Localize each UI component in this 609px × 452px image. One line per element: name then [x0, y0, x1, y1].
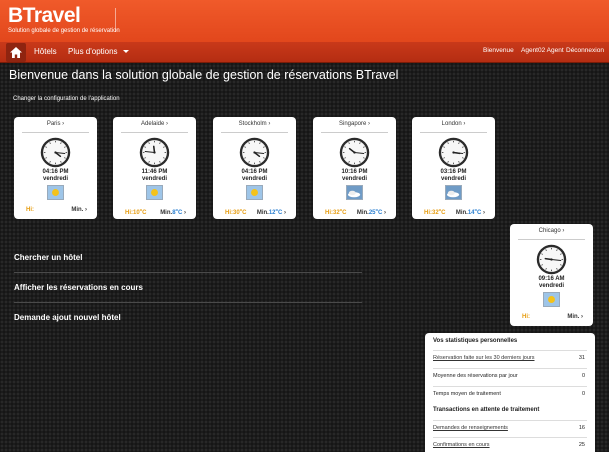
- temp-min[interactable]: Min.25oC ›: [357, 207, 386, 216]
- pending-row: Confirmations en cours 25: [433, 437, 587, 451]
- clock-card[interactable]: Singapore › 10:16 PM vendredi Hi:32oC Min.25…: [313, 117, 396, 219]
- card-divider: [22, 132, 89, 133]
- temp-high: Hi:10oC: [125, 207, 147, 216]
- pending-label[interactable]: Demandes de renseignements: [433, 425, 508, 431]
- clock-icon: [40, 137, 71, 168]
- clock-time: 04:16 PM: [42, 169, 69, 175]
- menu-divider: [14, 272, 362, 273]
- temp-high: Hi:32oC: [325, 207, 347, 216]
- pending-row: Demandes de renseignements 16: [433, 420, 587, 434]
- clock-card[interactable]: Adelaide › 11:46 PM vendredi Hi:10oC Min.8oC…: [113, 117, 196, 219]
- main-navbar: Hôtels Plus d'options Bienvenue Agent02 …: [0, 42, 609, 63]
- stats-row: Moyenne des réservations par jour 0: [433, 368, 587, 382]
- moon-icon: [146, 185, 163, 200]
- stats-value: 0: [581, 391, 585, 397]
- pending-title: Transactions en attente de traitement: [433, 407, 540, 413]
- temp-min[interactable]: Min.8oC ›: [160, 207, 186, 216]
- add-hotel-link[interactable]: Demande ajout nouvel hôtel: [14, 313, 121, 322]
- logo-tagline: Solution globale de gestion de réservati…: [8, 28, 120, 34]
- clock-day: vendredi: [241, 176, 267, 182]
- page-title: Bienvenue dans la solution globale de ge…: [9, 68, 399, 82]
- pending-label[interactable]: Confirmations en cours: [433, 442, 490, 448]
- home-icon: [10, 47, 22, 58]
- clock-card[interactable]: Chicago › 09:16 AM vendredi Hi: Min. ›: [510, 224, 593, 326]
- personal-stats-panel: Vos statistiques personnelles Réservatio…: [425, 333, 595, 452]
- temp-high: Hi:: [26, 207, 34, 213]
- card-divider: [221, 132, 288, 133]
- stats-label: Moyenne des réservations par jour: [433, 373, 518, 379]
- clock-city[interactable]: Chicago ›: [510, 228, 593, 234]
- sun-icon: [246, 185, 263, 200]
- nav-hotels[interactable]: Hôtels: [34, 47, 57, 56]
- config-link[interactable]: Changer la configuration de l'applicatio…: [13, 96, 120, 102]
- clock-time: 09:16 AM: [538, 276, 565, 282]
- cloud-icon: [445, 185, 462, 200]
- clock-time: 04:16 PM: [241, 169, 268, 175]
- clock-city[interactable]: London ›: [412, 121, 495, 127]
- clock-city[interactable]: Singapore ›: [313, 121, 396, 127]
- clock-card[interactable]: Stockholm › 04:16 PM vendredi Hi:30oC Min.12…: [213, 117, 296, 219]
- stats-label[interactable]: Réservation faite sur les 30 derniers jo…: [433, 355, 535, 361]
- show-reservations-link[interactable]: Afficher les réservations en cours: [14, 283, 143, 292]
- chevron-down-icon: [122, 50, 129, 53]
- search-hotel-link[interactable]: Chercher un hôtel: [14, 253, 82, 262]
- nav-welcome[interactable]: Bienvenue: [483, 47, 514, 54]
- stats-row: Réservation faite sur les 30 derniers jo…: [433, 350, 587, 364]
- header-divider: [115, 8, 116, 32]
- cloud-icon: [346, 185, 363, 200]
- card-divider: [321, 132, 388, 133]
- temp-min[interactable]: Min. ›: [71, 207, 87, 213]
- stats-row: Temps moyen de traitement 0: [433, 386, 587, 400]
- temp-min[interactable]: Min. ›: [567, 314, 583, 320]
- logo-text: BTravel: [8, 4, 81, 27]
- clock-day: vendredi: [538, 283, 564, 289]
- sun-icon: [543, 292, 560, 307]
- clock-icon: [139, 137, 170, 168]
- clock-card[interactable]: Paris › 04:16 PM vendredi Hi: Min. ›: [14, 117, 97, 219]
- clock-time: 10:16 PM: [341, 169, 368, 175]
- card-divider: [121, 132, 188, 133]
- clock-city[interactable]: Paris ›: [14, 121, 97, 127]
- btravel-logo[interactable]: BTravel Solution globale de gestion de r…: [8, 4, 128, 38]
- clock-card[interactable]: London › 03:16 PM vendredi Hi:32oC Min.14oC …: [412, 117, 495, 219]
- clock-day: vendredi: [42, 176, 68, 182]
- clock-time: 03:16 PM: [440, 169, 467, 175]
- pending-value: 25: [578, 442, 585, 448]
- clock-day: vendredi: [141, 176, 167, 182]
- clock-icon: [438, 137, 469, 168]
- temp-high: Hi:: [522, 314, 530, 320]
- clock-icon: [239, 137, 270, 168]
- nav-logout[interactable]: Déconnexion: [566, 47, 604, 54]
- clock-icon: [339, 137, 370, 168]
- temp-min[interactable]: Min.12oC ›: [257, 207, 286, 216]
- clock-day: vendredi: [440, 176, 466, 182]
- clock-city[interactable]: Adelaide ›: [113, 121, 196, 127]
- home-button[interactable]: [6, 43, 26, 62]
- app-header: BTravel Solution globale de gestion de r…: [0, 0, 609, 42]
- card-divider: [420, 132, 487, 133]
- temp-high: Hi:30oC: [225, 207, 247, 216]
- stats-value: 0: [581, 373, 585, 379]
- stats-value: 31: [578, 355, 585, 361]
- nav-user[interactable]: Agent02 Agent: [521, 47, 564, 54]
- card-divider: [518, 239, 585, 240]
- temp-min[interactable]: Min.14oC ›: [456, 207, 485, 216]
- nav-more-label: Plus d'options: [68, 47, 118, 56]
- clock-time: 11:46 PM: [141, 169, 168, 175]
- clock-icon: [536, 244, 567, 275]
- nav-more-options[interactable]: Plus d'options: [68, 47, 129, 56]
- stats-label: Temps moyen de traitement: [433, 391, 501, 397]
- pending-value: 16: [578, 425, 585, 431]
- clock-day: vendredi: [341, 176, 367, 182]
- sun-icon: [47, 185, 64, 200]
- clock-city[interactable]: Stockholm ›: [213, 121, 296, 127]
- stats-title: Vos statistiques personnelles: [433, 338, 518, 344]
- temp-high: Hi:32oC: [424, 207, 446, 216]
- menu-divider: [14, 302, 362, 303]
